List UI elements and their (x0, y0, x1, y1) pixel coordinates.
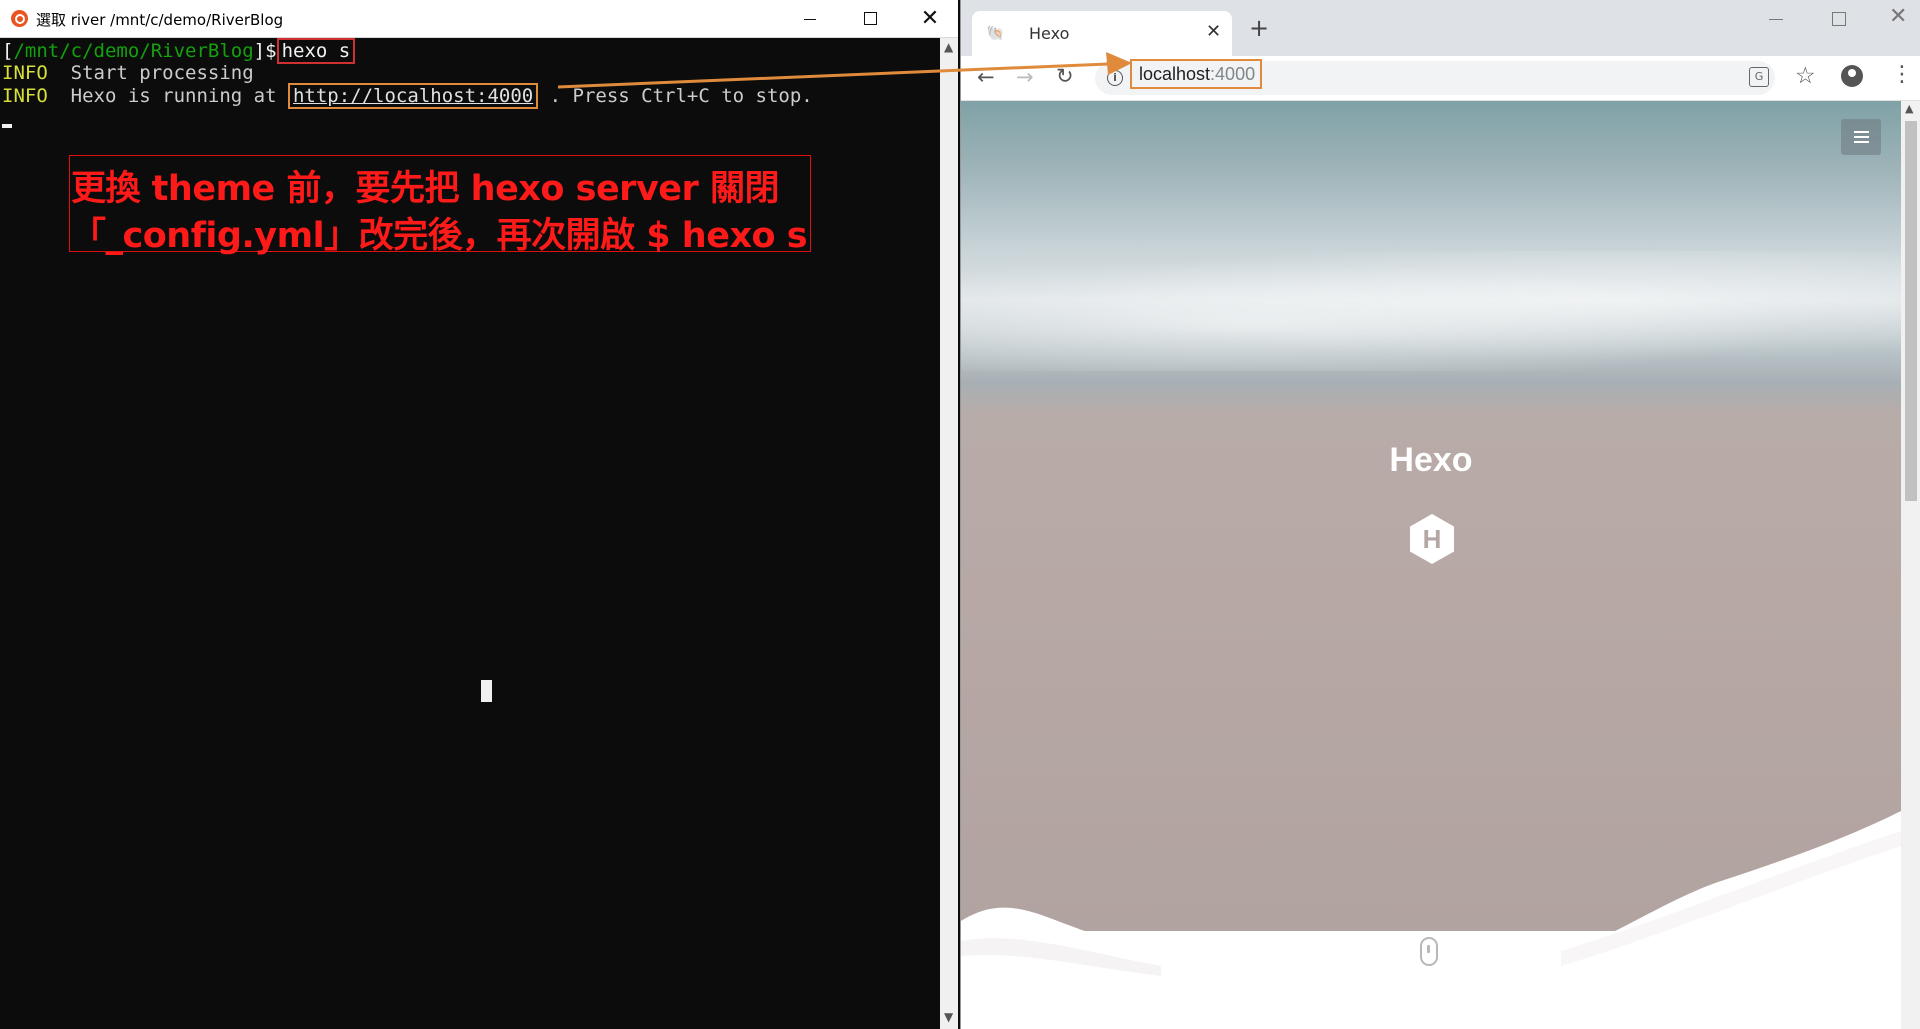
terminal-cursor (2, 124, 12, 128)
log-text: Hexo is running at (47, 85, 288, 107)
server-url-link[interactable]: http://localhost:4000 (293, 85, 533, 107)
minimize-button[interactable] (780, 0, 840, 37)
wave-foam (961, 251, 1901, 371)
bookmark-star-icon[interactable]: ☆ (1795, 63, 1816, 89)
annotation-box: 更換 theme 前，要先把 hexo server 關閉 「_config.y… (69, 155, 811, 256)
command-text: hexo s (276, 38, 356, 64)
url-host: localhost (1139, 64, 1211, 84)
profile-icon[interactable] (1841, 65, 1863, 87)
maximize-icon[interactable] (1832, 12, 1846, 26)
minimize-icon (804, 19, 816, 20)
info-icon[interactable]: i (1107, 70, 1123, 86)
url-text[interactable]: localhost:4000 (1139, 64, 1255, 85)
forward-icon[interactable]: → (1016, 65, 1034, 89)
web-page[interactable]: Hexo H (961, 101, 1901, 1029)
back-icon[interactable]: ← (977, 65, 995, 89)
page-scrollbar-thumb[interactable] (1905, 121, 1917, 501)
prompt-path: /mnt/c/demo/RiverBlog (13, 40, 254, 62)
browser-toolbar: ← → ↻ i localhost:4000 G ☆ ⋮ (961, 56, 1920, 101)
log-level: INFO (2, 62, 48, 84)
menu-bar (1854, 136, 1869, 138)
more-menu-icon[interactable]: ⋮ (1891, 63, 1913, 87)
log-line: INFO Start processing (2, 62, 254, 85)
terminal-scrollbar[interactable] (940, 38, 958, 1029)
log-level: INFO (2, 85, 48, 107)
menu-bar (1854, 131, 1869, 133)
annotation-line-1: 更換 theme 前，要先把 hexo server 關閉 (71, 169, 779, 209)
scroll-up-icon[interactable]: ▲ (944, 40, 953, 54)
hamburger-menu-button[interactable] (1841, 119, 1881, 155)
browser-tab[interactable]: 🐚 Hexo ✕ (972, 11, 1232, 56)
prompt-symbol: ]$ (253, 40, 277, 62)
maximize-icon (864, 12, 877, 25)
terminal-title: 選取 river /mnt/c/demo/RiverBlog (36, 11, 284, 29)
brush-edge-decoration (961, 811, 1901, 1029)
terminal-window[interactable]: 選取 river /mnt/c/demo/RiverBlog ✕ [/mnt/c… (0, 0, 958, 1029)
new-tab-icon[interactable]: + (1249, 16, 1269, 40)
tab-close-icon[interactable]: ✕ (1206, 21, 1221, 42)
site-title[interactable]: Hexo (961, 441, 1901, 480)
tab-strip: 🐚 Hexo ✕ + ✕ (961, 0, 1920, 56)
logo-letter: H (1423, 524, 1442, 554)
url-port: :4000 (1210, 64, 1256, 84)
annotation-line-2: 「_config.yml」改完後，再次開啟 $ hexo s (71, 216, 808, 256)
favicon-icon: 🐚 (986, 24, 1005, 42)
browser-window[interactable]: 🐚 Hexo ✕ + ✕ ← → ↻ i localhost:4000 G ☆ … (960, 0, 1920, 1029)
scroll-down-mouse-icon[interactable] (1420, 937, 1438, 966)
scroll-up-icon[interactable]: ▲ (1905, 102, 1913, 115)
log-text: . Press Ctrl+C to stop. (538, 85, 813, 107)
close-icon[interactable]: ✕ (1889, 4, 1907, 29)
maximize-button[interactable] (840, 0, 900, 37)
scroll-down-icon[interactable]: ▼ (944, 1010, 953, 1024)
ubuntu-icon (11, 10, 28, 27)
terminal-titlebar[interactable]: 選取 river /mnt/c/demo/RiverBlog ✕ (0, 0, 958, 38)
server-url-highlight: http://localhost:4000 (287, 83, 539, 109)
log-line: INFO Hexo is running at http://localhost… (2, 83, 813, 109)
menu-bar (1854, 141, 1869, 143)
translate-icon[interactable]: G (1749, 67, 1769, 87)
reload-icon[interactable]: ↻ (1056, 64, 1074, 88)
tab-title: Hexo (1029, 24, 1070, 43)
text-cursor (481, 680, 492, 702)
prompt-line: [/mnt/c/demo/RiverBlog]$ hexo s (2, 38, 356, 64)
hexo-logo-icon[interactable]: H (1408, 513, 1456, 565)
prompt-bracket: [ (2, 40, 14, 62)
close-button[interactable]: ✕ (900, 0, 960, 37)
minimize-icon[interactable] (1769, 19, 1783, 20)
log-text: Start processing (47, 62, 254, 84)
